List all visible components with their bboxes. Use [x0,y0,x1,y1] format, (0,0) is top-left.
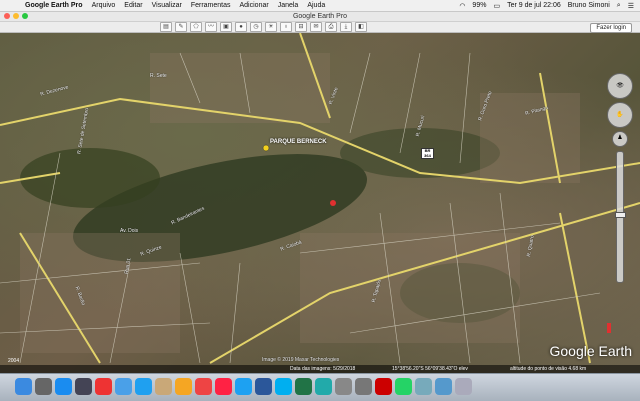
launchpad-icon[interactable] [35,378,52,395]
skype-icon[interactable] [275,378,292,395]
pan-hand-icon: ✋ [616,112,624,118]
imagery-year: 2004 [8,358,20,364]
menu-app-name[interactable]: Google Earth Pro [25,2,83,9]
browser-icon[interactable] [315,378,332,395]
window-title: Google Earth Pro [292,13,348,20]
menu-visualizar[interactable]: Visualizar [152,2,182,9]
map-view[interactable]: PARQUE BERNECK BR 364 R. Dezenove R. Set… [0,33,640,373]
imagery-date: Data das imagens: 5/29/2018 [290,366,356,372]
historical-imagery-icon[interactable]: ◷ [250,22,262,32]
ruler-icon[interactable]: ⊟ [295,22,307,32]
email-icon[interactable]: ✉ [310,22,322,32]
contacts-icon[interactable] [155,378,172,395]
image-overlay-icon[interactable]: ▣ [220,22,232,32]
save-image-icon[interactable]: ⤓ [340,22,352,32]
mail-icon[interactable] [115,378,132,395]
maps-icon[interactable]: ◧ [355,22,367,32]
notification-center-icon[interactable]: ☰ [628,2,634,10]
placemark-icon[interactable]: ✎ [175,22,187,32]
safari-icon[interactable] [135,378,152,395]
polygon-icon[interactable]: ⬠ [190,22,202,32]
look-joystick[interactable]: 👁 [607,73,633,99]
system-prefs-icon[interactable] [355,378,372,395]
toolbar: ▤ ✎ ⬠ 〰 ▣ ● ◷ ☀ ♁ ⊟ ✉ ⎙ ⤓ ◧ Fazer login [0,22,640,33]
map-imagery [0,33,640,364]
photos-icon[interactable] [175,378,192,395]
folder-icon[interactable] [415,378,432,395]
menu-arquivo[interactable]: Arquivo [92,2,116,9]
path-icon[interactable]: 〰 [205,22,217,32]
cursor-coordinates: 15°38'56.20"S 56°09'38.43"O elev [392,366,468,372]
dock-apps [15,378,472,395]
spotlight-icon[interactable]: ⌕ [617,2,621,10]
dock [0,373,640,401]
zoom-slider-knob[interactable] [615,212,626,218]
zoom-slider[interactable] [615,151,626,283]
battery-percent[interactable]: 99% [472,2,486,9]
appstore-icon[interactable] [55,378,72,395]
calendar-icon[interactable] [95,378,112,395]
sidebar-toggle-icon[interactable]: ▤ [160,22,172,32]
print-icon[interactable]: ⎙ [325,22,337,32]
menu-editar[interactable]: Editar [124,2,142,9]
battery-icon[interactable]: ▭ [493,2,500,10]
street-label: R. Sete [150,73,167,79]
acrobat-icon[interactable] [375,378,392,395]
menu-janela[interactable]: Janela [278,2,299,9]
window-title-bar: Google Earth Pro [0,12,640,22]
pegman-icon: ♟ [617,135,623,141]
music-icon[interactable] [215,378,232,395]
menu-adicionar[interactable]: Adicionar [240,2,269,9]
look-icon: 👁 [616,83,624,89]
chrome-icon[interactable] [195,378,212,395]
status-bar: Data das imagens: 5/29/2018 15°38'56.20"… [0,365,640,373]
place-label[interactable]: PARQUE BERNECK [270,139,327,145]
login-button[interactable]: Fazer login [590,23,632,33]
street-label: Av. Dois [120,228,139,234]
menu-ajuda[interactable]: Ajuda [307,2,325,9]
planets-icon[interactable]: ♁ [280,22,292,32]
excel-icon[interactable] [295,378,312,395]
twitter-icon[interactable] [235,378,252,395]
downloads-icon[interactable] [435,378,452,395]
street-view-pegman[interactable]: ♟ [612,131,628,147]
finder-icon[interactable] [15,378,32,395]
close-window-button[interactable] [4,13,10,19]
word-icon[interactable] [255,378,272,395]
google-earth-logo: Google Earth [549,343,633,359]
sun-icon[interactable]: ☀ [265,22,277,32]
minimize-window-button[interactable] [13,13,19,19]
trash-icon[interactable] [455,378,472,395]
record-tour-icon[interactable]: ● [235,22,247,32]
wifi-icon[interactable]: ◠ [459,2,465,10]
move-joystick[interactable]: ✋ [607,102,633,128]
menu-ferramentas[interactable]: Ferramentas [191,2,231,9]
user-name[interactable]: Bruno Simoni [568,2,610,9]
imagery-copyright: Image © 2019 Maxar Technologies [262,357,340,363]
road-shield: BR 364 [421,148,434,159]
datetime[interactable]: Ter 9 de jul 22:06 [507,2,561,9]
preview-icon[interactable] [335,378,352,395]
eye-altitude: altitude do ponto de visão 4.68 km [510,366,587,372]
zoom-window-button[interactable] [22,13,28,19]
whatsapp-icon[interactable] [395,378,412,395]
earth-icon[interactable] [75,378,92,395]
menu-bar: Google Earth Pro Arquivo Editar Visualiz… [0,0,640,12]
navigation-controls: 👁 ✋ ♟ [606,73,634,283]
